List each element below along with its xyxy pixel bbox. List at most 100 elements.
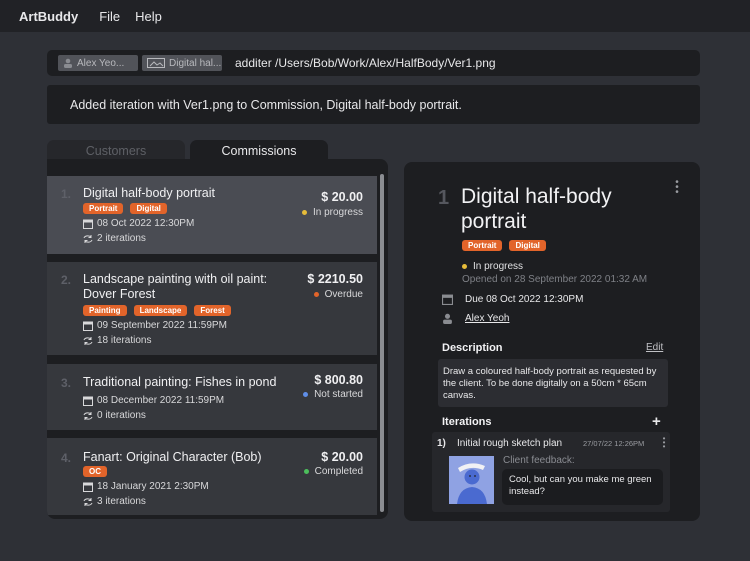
- result-display: Added iteration with Ver1.png to Commiss…: [47, 85, 700, 124]
- repeat-icon: [83, 234, 93, 243]
- commission-chip-label: Digital hal...: [169, 57, 222, 69]
- menu-help[interactable]: Help: [135, 9, 162, 24]
- card-index: 1.: [61, 187, 72, 201]
- description-heading: Description: [442, 342, 503, 354]
- card-date: 08 Oct 2022 12:30PM: [97, 218, 195, 229]
- card-iteration-count: 0 iterations: [97, 410, 146, 421]
- repeat-icon: [83, 336, 93, 345]
- detail-status: In progress: [462, 261, 523, 272]
- menu-file[interactable]: File: [99, 9, 120, 24]
- card-price: $ 800.80: [314, 373, 363, 387]
- calendar-icon: [83, 482, 93, 492]
- card-date: 08 December 2022 11:59PM: [97, 395, 225, 406]
- result-text: Added iteration with Ver1.png to Commiss…: [70, 97, 462, 112]
- iteration-item[interactable]: 1) Initial rough sketch plan 27/07/22 12…: [432, 432, 670, 512]
- client-feedback-box: Cool, but can you make me green instead?: [502, 469, 663, 505]
- card-price: $ 20.00: [321, 450, 363, 464]
- customer-chip-label: Alex Yeo...: [77, 57, 125, 69]
- tag: Landscape: [133, 305, 188, 316]
- card-deadline: 09 September 2022 11:59PM: [83, 320, 227, 331]
- status-dot: [303, 392, 309, 397]
- card-tags: Portrait Digital: [83, 203, 174, 214]
- detail-customer: Alex Yeoh: [442, 313, 510, 324]
- calendar-icon: [83, 219, 93, 229]
- card-index: 2.: [61, 273, 72, 287]
- repeat-icon: [83, 411, 93, 420]
- repeat-icon: [83, 497, 93, 506]
- customer-link[interactable]: Alex Yeoh: [465, 313, 510, 324]
- card-date: 18 January 2021 2:30PM: [97, 481, 209, 492]
- tag: Painting: [83, 305, 127, 316]
- card-price: $ 20.00: [321, 190, 363, 204]
- card-title: Landscape painting with oil paint: Dover…: [83, 272, 268, 301]
- calendar-icon: [83, 396, 93, 406]
- commission-list: 1. Digital half-body portrait $ 20.00 In…: [47, 159, 388, 519]
- card-date: 09 September 2022 11:59PM: [97, 320, 227, 331]
- detail-index: 1: [438, 187, 450, 209]
- commission-detail-panel: 1 Digital half-body portrait • • • Portrai…: [404, 162, 700, 521]
- iteration-index: 1): [437, 438, 446, 449]
- client-feedback-text: Cool, but can you make me green instead?: [509, 474, 652, 497]
- tag: Digital: [130, 203, 167, 214]
- commission-chip[interactable]: Digital hal...: [142, 55, 222, 71]
- commission-card-4[interactable]: 4. Fanart: Original Character (Bob) $ 20…: [47, 438, 377, 515]
- iterations-heading: Iterations: [442, 416, 492, 428]
- list-scrollbar[interactable]: [380, 174, 384, 512]
- calendar-icon: [442, 294, 453, 305]
- card-title: Traditional painting: Fishes in pond: [83, 375, 277, 389]
- card-iteration-count: 2 iterations: [97, 233, 146, 244]
- client-feedback-label: Client feedback:: [503, 455, 575, 466]
- commission-card-1[interactable]: 1. Digital half-body portrait $ 20.00 In…: [47, 176, 377, 254]
- detail-tags: Portrait Digital: [462, 240, 553, 251]
- image-icon: [147, 58, 165, 68]
- iteration-image: [449, 456, 494, 504]
- more-options-icon[interactable]: • • •: [674, 178, 680, 198]
- card-iterations: 0 iterations: [83, 410, 146, 421]
- command-box[interactable]: Alex Yeo... Digital hal... additer /User…: [47, 50, 700, 76]
- status-dot: [313, 292, 319, 297]
- card-deadline: 08 Oct 2022 12:30PM: [83, 218, 194, 229]
- card-index: 4.: [61, 451, 72, 465]
- status-dot: [301, 210, 307, 215]
- card-price: $ 2210.50: [307, 272, 363, 286]
- detail-title: Digital half-body portrait: [461, 185, 612, 233]
- description-text: Draw a coloured half-body portrait as re…: [443, 366, 657, 401]
- detail-opened-date: Opened on 28 September 2022 01:32 AM: [462, 274, 648, 285]
- calendar-icon: [83, 321, 93, 331]
- commission-card-2[interactable]: 2. Landscape painting with oil paint: Do…: [47, 262, 377, 355]
- card-iterations: 2 iterations: [83, 233, 146, 244]
- card-status: Overdue: [313, 289, 363, 300]
- card-status: Completed: [303, 466, 363, 477]
- card-status-label: Not started: [314, 389, 363, 400]
- card-iterations: 3 iterations: [83, 496, 146, 507]
- tag: Forest: [194, 305, 231, 316]
- card-status-label: In progress: [312, 207, 363, 218]
- card-status: Not started: [303, 389, 363, 400]
- card-title: Fanart: Original Character (Bob): [83, 450, 262, 464]
- add-iteration-button[interactable]: +: [652, 413, 661, 430]
- card-iteration-count: 18 iterations: [97, 335, 152, 346]
- tag: Digital: [509, 240, 546, 251]
- command-input[interactable]: additer /Users/Bob/Work/Alex/HalfBody/Ve…: [235, 56, 496, 70]
- customer-chip[interactable]: Alex Yeo...: [58, 55, 138, 71]
- card-status-label: Overdue: [324, 289, 363, 300]
- tag: OC: [83, 466, 107, 477]
- detail-due: Due 08 Oct 2022 12:30PM: [442, 294, 583, 305]
- card-deadline: 18 January 2021 2:30PM: [83, 481, 209, 492]
- commission-card-3[interactable]: 3. Traditional painting: Fishes in pond …: [47, 364, 377, 430]
- person-icon: [443, 313, 452, 324]
- iteration-options-icon[interactable]: • • •: [661, 435, 667, 451]
- person-icon: [64, 58, 72, 68]
- card-tags: Painting Landscape Forest: [83, 305, 238, 316]
- status-dot: [462, 264, 467, 269]
- detail-status-label: In progress: [473, 261, 524, 272]
- status-dot: [303, 469, 309, 474]
- detail-due-date: Due 08 Oct 2022 12:30PM: [465, 294, 584, 305]
- edit-description-button[interactable]: Edit: [646, 342, 663, 353]
- app-name: ArtBuddy: [19, 8, 79, 24]
- menu-bar: ArtBuddy File Help: [0, 0, 750, 32]
- card-title: Digital half-body portrait: [83, 186, 216, 200]
- card-tags: OC: [83, 466, 114, 477]
- card-status: In progress: [301, 207, 363, 218]
- card-iteration-count: 3 iterations: [97, 496, 146, 507]
